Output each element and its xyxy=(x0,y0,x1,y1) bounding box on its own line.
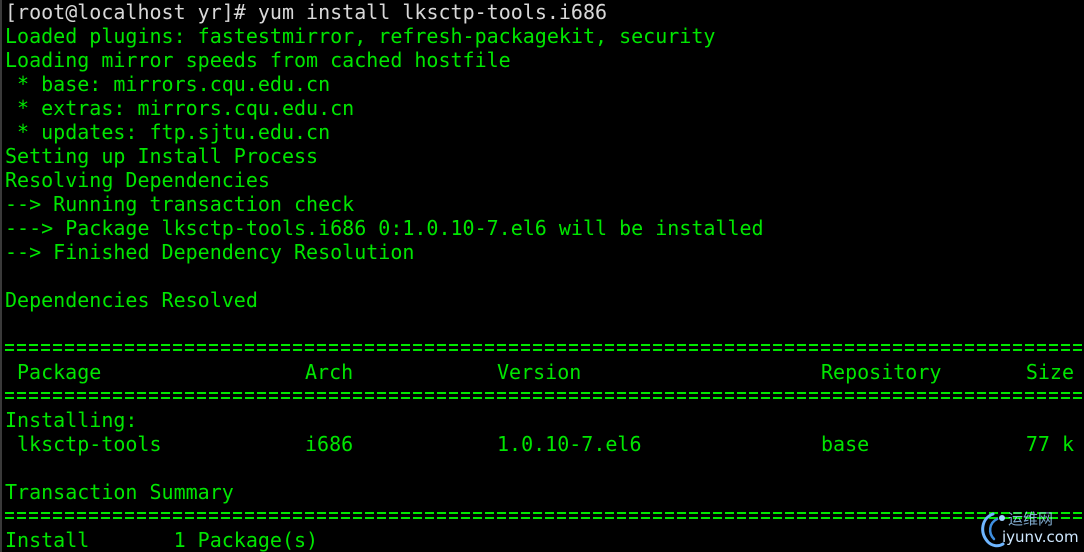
summary-title: Transaction Summary xyxy=(5,480,234,504)
cell-repository: base xyxy=(821,432,870,456)
terminal-window[interactable]: [root@localhost yr]# yum install lksctp-… xyxy=(0,0,1084,552)
output-line: --> Finished Dependency Resolution xyxy=(5,240,415,264)
output-line: ---> Package lksctp-tools.i686 0:1.0.10-… xyxy=(5,216,764,240)
section-label: Installing: xyxy=(5,408,138,432)
site-watermark: 运维网 iyunv.com xyxy=(976,506,1080,550)
output-line: Setting up Install Process xyxy=(5,144,319,168)
shell-prompt: [root@localhost yr]# xyxy=(5,0,246,24)
header-arch: Arch xyxy=(305,360,354,384)
cell-version: 1.0.10-7.el6 xyxy=(497,432,642,456)
install-count-line: Install 1 Package(s) xyxy=(5,528,319,552)
watermark-url: iyunv.com xyxy=(1002,528,1079,546)
output-line: * base: mirrors.cqu.edu.cn xyxy=(5,72,331,96)
cell-arch: i686 xyxy=(305,432,354,456)
table-separator xyxy=(5,511,1084,520)
output-line: * extras: mirrors.cqu.edu.cn xyxy=(5,96,355,120)
header-repository: Repository xyxy=(821,360,942,384)
command-line: [root@localhost yr]# yum install lksctp-… xyxy=(5,0,607,24)
table-separator xyxy=(5,391,1084,400)
cell-size: 77 k xyxy=(1025,432,1074,456)
header-package: Package xyxy=(17,360,102,384)
cell-package: lksctp-tools xyxy=(17,432,162,456)
table-separator xyxy=(5,343,1084,352)
command-text: yum install lksctp-tools.i686 xyxy=(245,0,608,24)
output-line: --> Running transaction check xyxy=(5,192,355,216)
header-size: Size xyxy=(1025,360,1074,384)
output-line: Dependencies Resolved xyxy=(5,288,258,312)
output-line: Loading mirror speeds from cached hostfi… xyxy=(5,48,511,72)
output-line: Loaded plugins: fastestmirror, refresh-p… xyxy=(5,24,716,48)
header-version: Version xyxy=(497,360,582,384)
output-line: * updates: ftp.sjtu.edu.cn xyxy=(5,120,331,144)
watermark-site-name: 运维网 xyxy=(1008,510,1054,528)
output-line: Resolving Dependencies xyxy=(5,168,270,192)
